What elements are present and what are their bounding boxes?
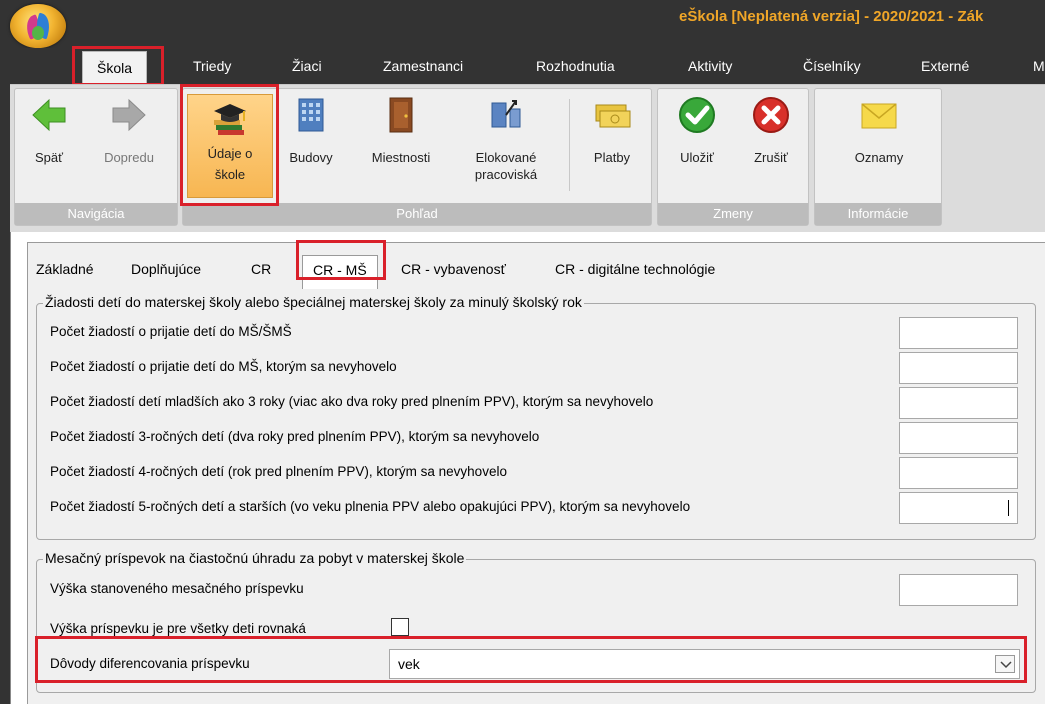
subtab-doplnujuce[interactable]: Doplňujúce [131, 261, 201, 277]
subtab-cr-ms[interactable]: CR - MŠ [302, 255, 378, 289]
group-label-info: Informácie [815, 203, 941, 225]
window-edge [0, 84, 10, 704]
fee-amount-label: Výška stanoveného mesačného príspevku [50, 581, 304, 596]
tab-zamestnanci[interactable]: Zamestnanci [383, 58, 463, 74]
fee-same-label: Výška príspevku je pre všetky deti rovna… [50, 621, 306, 636]
text-caret [1008, 500, 1009, 516]
close-icon [751, 95, 791, 135]
group-navigation: Späť Dopredu Navigácia [14, 88, 178, 226]
subtab-zakladne[interactable]: Základné [36, 261, 94, 277]
age3-rejected-label: Počet žiadostí 3-ročných detí (dva roky … [50, 429, 540, 444]
form-panel: Základné Doplňujúce CR CR - MŠ CR - vyba… [27, 242, 1045, 704]
rooms-label: Miestnosti [371, 150, 431, 165]
applications-total-label: Počet žiadostí o prijatie detí do MŠ/ŠMŠ [50, 324, 292, 339]
school-data-label-2: škole [214, 167, 246, 182]
school-data-label-1: Údaje o [207, 146, 253, 161]
applications-rejected-input[interactable] [899, 352, 1018, 384]
tab-aktivity[interactable]: Aktivity [688, 58, 732, 74]
cancel-label: Zrušiť [754, 150, 788, 165]
fee-reason-label: Dôvody diferencovania príspevku [50, 656, 250, 671]
envelope-icon [859, 95, 899, 135]
back-label: Späť [34, 150, 63, 165]
group-info: Oznamy Informácie [814, 88, 942, 226]
detached-label-1: Elokované [475, 150, 537, 165]
fieldset-applications: Žiadosti detí do materskej školy alebo š… [36, 294, 1036, 540]
forward-label: Dopredu [104, 150, 154, 165]
group-label-changes: Zmeny [658, 203, 808, 225]
fee-reason-value: vek [398, 656, 420, 672]
payments-button[interactable]: Platby [579, 95, 645, 166]
payments-label: Platby [593, 150, 631, 165]
buildings-label: Budovy [289, 150, 333, 165]
subtab-cr-digital[interactable]: CR - digitálne technológie [555, 261, 715, 277]
fieldset-monthly-fee: Mesačný príspevok na čiastočnú úhradu za… [36, 550, 1036, 693]
detached-label-2: pracoviská [474, 167, 538, 182]
tab-rozhodnutia[interactable]: Rozhodnutia [536, 58, 615, 74]
ribbon: Späť Dopredu Navigácia Údaje o škole Bud… [0, 84, 1045, 232]
forward-button[interactable]: Dopredu [89, 95, 169, 166]
rooms-button[interactable]: Miestnosti [359, 95, 443, 166]
menu-bar: Škola Triedy Žiaci Zamestnanci Rozhodnut… [0, 48, 1045, 84]
door-icon [381, 95, 421, 135]
window-title: eŠkola [Neplatená verzia] - 2020/2021 - … [679, 8, 984, 25]
group-label-view: Pohľad [183, 203, 651, 225]
age4-rejected-input[interactable] [899, 457, 1018, 489]
back-button[interactable]: Späť [19, 95, 79, 166]
announcements-label: Oznamy [854, 150, 904, 165]
group-changes: Uložiť Zrušiť Zmeny [657, 88, 809, 226]
tab-externe[interactable]: Externé [921, 58, 969, 74]
app-menu-button[interactable] [10, 4, 66, 48]
checkmark-icon [677, 95, 717, 135]
tab-triedy[interactable]: Triedy [193, 58, 231, 74]
fieldset-applications-legend: Žiadosti detí do materskej školy alebo š… [43, 294, 584, 310]
school-data-button[interactable]: Údaje o škole [187, 94, 273, 198]
money-icon [592, 95, 632, 135]
group-view: Údaje o škole Budovy Miestnosti Elokovan… [182, 88, 652, 226]
age4-rejected-label: Počet žiadostí 4-ročných detí (rok pred … [50, 464, 507, 479]
save-label: Uložiť [680, 150, 714, 165]
fieldset-monthly-fee-legend: Mesačný príspevok na čiastočnú úhradu za… [43, 550, 467, 566]
detached-workplaces-button[interactable]: Elokované pracoviská [461, 95, 551, 183]
tab-skola[interactable]: Škola [82, 51, 148, 84]
tab-more[interactable]: M [1033, 58, 1045, 74]
branch-building-icon [486, 95, 526, 135]
subtab-cr-vybavenost[interactable]: CR - vybavenosť [401, 261, 506, 277]
fee-reason-select[interactable]: vek [389, 649, 1020, 679]
buildings-button[interactable]: Budovy [281, 95, 341, 166]
arrow-right-icon [109, 95, 149, 135]
graduation-cap-icon [210, 99, 250, 139]
cancel-button[interactable]: Zrušiť [736, 95, 806, 166]
subtab-cr[interactable]: CR [251, 261, 271, 277]
announcements-button[interactable]: Oznamy [829, 95, 929, 166]
title-bar: eŠkola [Neplatená verzia] - 2020/2021 - … [0, 0, 1045, 48]
fee-amount-input[interactable] [899, 574, 1018, 606]
age5-rejected-input[interactable] [899, 492, 1018, 524]
chevron-down-icon[interactable] [995, 655, 1015, 673]
tab-ziaci[interactable]: Žiaci [292, 58, 322, 74]
under3-rejected-input[interactable] [899, 387, 1018, 419]
ribbon-separator [569, 99, 570, 191]
logo-icon-part [32, 26, 44, 40]
age3-rejected-input[interactable] [899, 422, 1018, 454]
age5-rejected-label: Počet žiadostí 5-ročných detí a starších… [50, 499, 691, 514]
under3-rejected-label: Počet žiadostí detí mladších ako 3 roky … [50, 394, 654, 409]
applications-rejected-label: Počet žiadostí o prijatie detí do MŠ, kt… [50, 359, 397, 374]
group-label-navigation: Navigácia [15, 203, 177, 225]
building-icon [291, 95, 331, 135]
fee-same-checkbox[interactable] [391, 618, 409, 636]
applications-total-input[interactable] [899, 317, 1018, 349]
content-area: Základné Doplňujúce CR CR - MŠ CR - vyba… [10, 232, 1045, 704]
tab-ciselniky[interactable]: Číselníky [803, 58, 861, 74]
save-button[interactable]: Uložiť [662, 95, 732, 166]
arrow-left-icon [29, 95, 69, 135]
